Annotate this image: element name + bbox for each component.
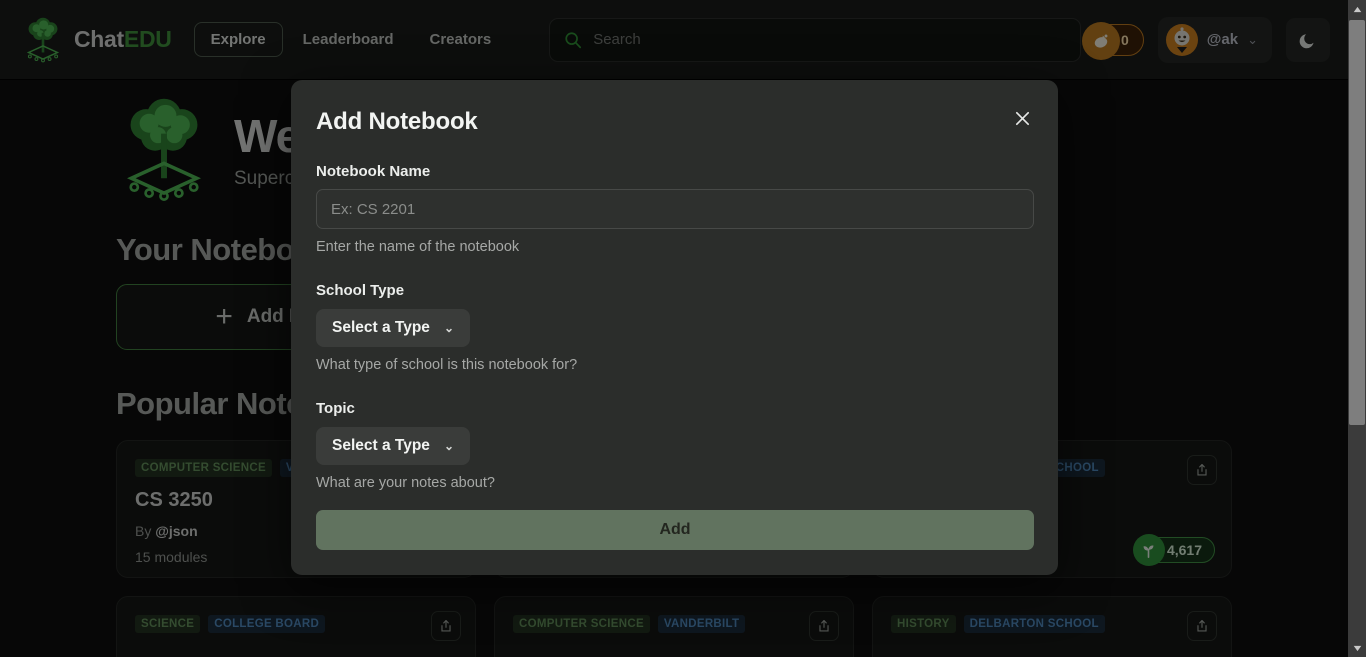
chevron-down-icon	[1353, 645, 1361, 651]
topic-helper: What are your notes about?	[316, 475, 495, 491]
topic-select[interactable]: Select a Type ⌄	[316, 427, 470, 465]
browser-scrollbar[interactable]	[1348, 0, 1366, 657]
chevron-down-icon: ⌄	[443, 439, 454, 453]
school-type-selected-value: Select a Type	[332, 319, 430, 336]
chevron-up-icon	[1353, 6, 1361, 12]
scrollbar-down-arrow[interactable]	[1348, 639, 1366, 657]
school-type-label: School Type	[316, 282, 405, 299]
close-icon	[1015, 111, 1029, 125]
notebook-name-label: Notebook Name	[316, 163, 431, 180]
notebook-name-input[interactable]	[316, 189, 1034, 229]
school-type-helper: What type of school is this notebook for…	[316, 357, 578, 373]
scrollbar-up-arrow[interactable]	[1348, 0, 1366, 18]
add-notebook-modal: Add Notebook Notebook Name Enter the nam…	[291, 80, 1058, 575]
school-type-select[interactable]: Select a Type ⌄	[316, 309, 470, 347]
chevron-down-icon: ⌄	[443, 321, 454, 335]
modal-title: Add Notebook	[316, 108, 478, 135]
close-button[interactable]	[1008, 104, 1036, 132]
topic-label: Topic	[316, 400, 355, 417]
scrollbar-thumb[interactable]	[1349, 20, 1365, 425]
add-submit-button[interactable]: Add	[316, 510, 1034, 550]
topic-selected-value: Select a Type	[332, 437, 430, 454]
app-root: ChatEDU Explore Leaderboard Creators Sea…	[0, 0, 1366, 657]
notebook-name-helper: Enter the name of the notebook	[316, 239, 520, 255]
